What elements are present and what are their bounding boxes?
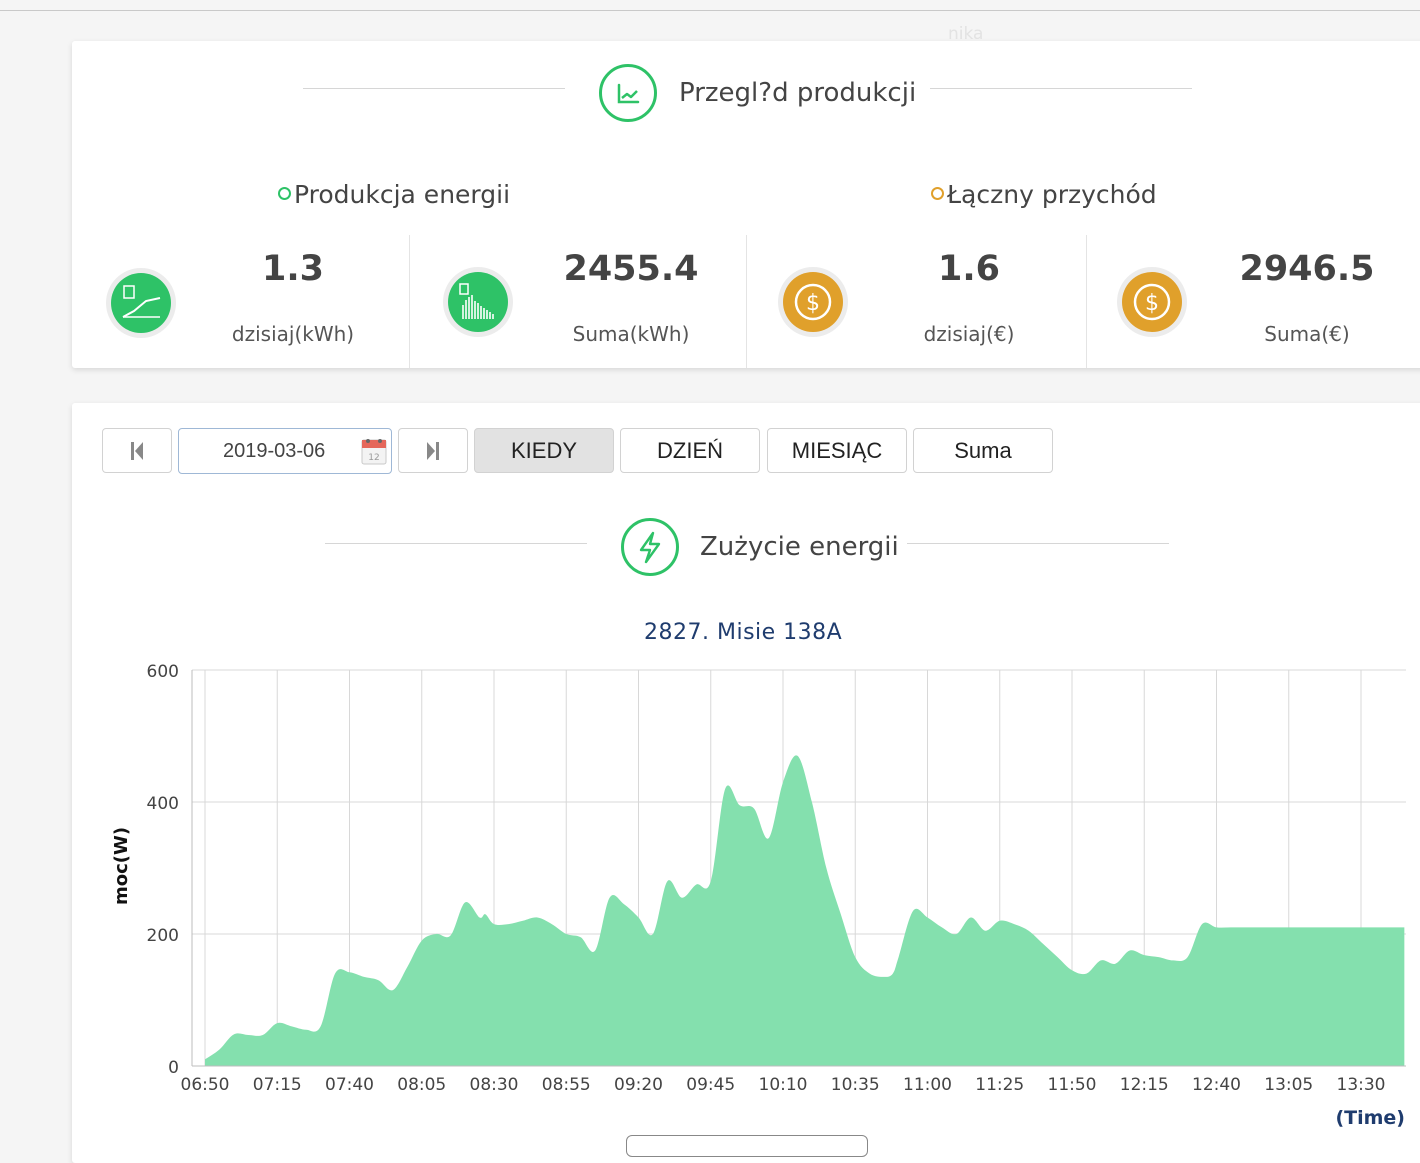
y-tick-label: 0	[168, 1058, 179, 1078]
consumption-area-chart: 0 200 400 600 06:50 07:15 07:40 08:05 08:30 08:55…	[111, 662, 1406, 1129]
x-tick-label: 08:05	[397, 1075, 446, 1095]
x-tick-label: 07:40	[325, 1075, 374, 1095]
x-axis-label: (Time)	[1335, 1107, 1405, 1129]
bottom-control[interactable]	[626, 1135, 868, 1157]
x-tick-label: 11:00	[903, 1075, 952, 1095]
x-tick-label: 11:25	[975, 1075, 1024, 1095]
y-axis-label: moc(W)	[111, 827, 132, 905]
x-tick-label: 09:20	[614, 1075, 663, 1095]
x-tick-label: 09:45	[686, 1075, 735, 1095]
x-tick-label: 08:55	[542, 1075, 591, 1095]
x-tick-label: 07:15	[253, 1075, 302, 1095]
x-tick-label: 13:05	[1264, 1075, 1313, 1095]
x-tick-label: 06:50	[181, 1075, 230, 1095]
x-tick-label: 12:15	[1120, 1075, 1169, 1095]
y-tick-label: 400	[147, 794, 179, 814]
x-tick-label: 10:10	[759, 1075, 808, 1095]
x-tick-label: 11:50	[1048, 1075, 1097, 1095]
x-tick-label: 13:30	[1337, 1075, 1386, 1095]
x-tick-label: 12:40	[1192, 1075, 1241, 1095]
x-tick-label: 10:35	[831, 1075, 880, 1095]
y-tick-label: 200	[147, 926, 179, 946]
x-tick-label: 08:30	[470, 1075, 519, 1095]
y-tick-label: 600	[147, 662, 179, 682]
